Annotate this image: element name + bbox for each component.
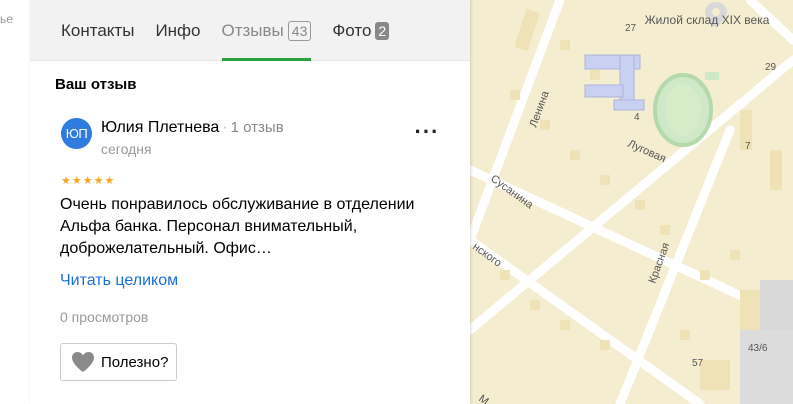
more-dots-icon: ··· bbox=[414, 119, 440, 144]
map-label-27: 27 bbox=[625, 23, 637, 34]
star-icon: ★ bbox=[93, 175, 104, 187]
rating-stars: ★ ★ ★ ★ ★ bbox=[61, 175, 114, 187]
review-panel: Контакты Инфо Отзывы 43 Фото 2 Ваш отзыв… bbox=[30, 0, 470, 404]
tab-reviews[interactable]: Отзывы 43 bbox=[221, 0, 312, 61]
tab-contacts[interactable]: Контакты bbox=[61, 0, 134, 61]
map-label-43-6: 43/6 bbox=[748, 343, 768, 354]
more-options-button[interactable]: ··· bbox=[414, 119, 440, 144]
map-label-57: 57 bbox=[692, 358, 704, 369]
views-count: 0 просмотров bbox=[60, 309, 149, 325]
tab-contacts-label: Контакты bbox=[61, 20, 135, 40]
tab-bar: Контакты Инфо Отзывы 43 Фото 2 bbox=[30, 0, 470, 61]
helpful-label: Полезно? bbox=[101, 353, 169, 371]
map-label-warehouse: Жилой склад XIX века bbox=[645, 13, 770, 27]
review-author-line: Юлия Плетнева · 1 отзыв bbox=[101, 119, 284, 137]
star-icon: ★ bbox=[61, 175, 71, 187]
photo-count-badge: 2 bbox=[375, 21, 390, 40]
heart-icon bbox=[71, 351, 95, 373]
review-date: сегодня bbox=[101, 141, 152, 157]
left-edge-text: ье bbox=[0, 12, 13, 26]
section-title: Ваш отзыв bbox=[55, 76, 137, 93]
author-review-count: 1 отзыв bbox=[230, 119, 284, 136]
helpful-button[interactable]: Полезно? bbox=[60, 343, 178, 381]
author-name[interactable]: Юлия Плетнева bbox=[101, 119, 219, 136]
star-icon: ★ bbox=[82, 175, 93, 187]
review-text: Очень понравилось обслуживание в отделен… bbox=[60, 196, 415, 257]
star-icon: ★ bbox=[104, 175, 115, 187]
map-label-7: 7 bbox=[745, 141, 751, 152]
separator-dot: · bbox=[222, 119, 228, 136]
tab-photo-label: Фото bbox=[332, 20, 372, 40]
tab-reviews-label: Отзывы bbox=[221, 20, 284, 40]
star-icon: ★ bbox=[71, 175, 82, 187]
read-more-link[interactable]: Читать целиком bbox=[60, 272, 178, 290]
tab-info[interactable]: Инфо bbox=[155, 0, 200, 61]
tab-photo[interactable]: Фото 2 bbox=[332, 0, 390, 61]
map-label-29: 29 bbox=[765, 62, 777, 73]
map-label-4: 4 bbox=[634, 112, 640, 123]
reviews-count-badge: 43 bbox=[287, 20, 312, 41]
tab-info-label: Инфо bbox=[155, 20, 201, 40]
avatar[interactable]: ЮП bbox=[61, 118, 92, 149]
left-edge: ье bbox=[0, 0, 30, 404]
